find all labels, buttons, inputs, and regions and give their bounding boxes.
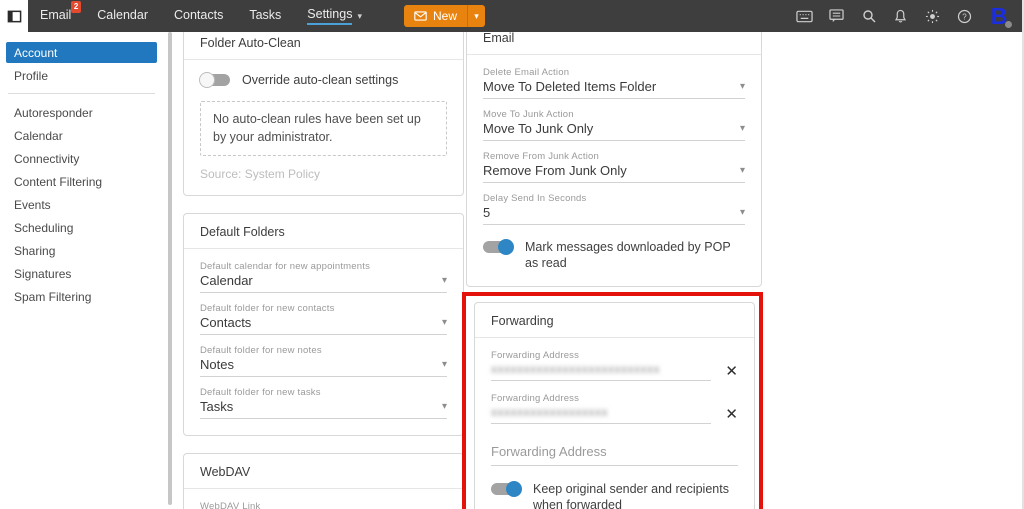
help-icon[interactable]: ? xyxy=(956,8,973,25)
sidebar-item-profile[interactable]: Profile xyxy=(6,65,157,86)
card-title: Forwarding xyxy=(475,303,754,338)
webdav-card: WebDAV WebDAV Link https://mail.brandhos… xyxy=(183,453,464,509)
close-icon[interactable]: ✕ xyxy=(725,407,738,422)
new-dropdown-button[interactable]: ▾ xyxy=(467,5,485,27)
default-folders-card: Default Folders Default calendar for new… xyxy=(183,213,464,436)
redacted-value: xxxxxxxxxxxxxxxxxx xyxy=(491,405,711,419)
settings-column-left: Folder Auto-Clean Override auto-clean se… xyxy=(183,32,464,509)
pop-read-toggle[interactable] xyxy=(483,241,513,253)
webdav-link-field: WebDAV Link https://mail.brandhost.hu/we… xyxy=(200,501,447,509)
top-navbar: Email 2 Calendar Contacts Tasks Settings… xyxy=(0,0,1024,32)
chat-icon[interactable] xyxy=(828,8,845,25)
envelope-icon xyxy=(414,11,427,21)
delay-send-field: Delay Send In Seconds 5 ▾ xyxy=(483,193,745,225)
forwarding-address-input-empty[interactable]: Forwarding Address xyxy=(491,444,738,466)
sidebar-item-autoresponder[interactable]: Autoresponder xyxy=(6,102,157,123)
nav-settings[interactable]: Settings ▾ xyxy=(307,7,362,25)
sidebar-item-calendar[interactable]: Calendar xyxy=(6,125,157,146)
card-title: WebDAV xyxy=(184,454,463,489)
sidebar-divider xyxy=(8,93,155,94)
card-title: Folder Auto-Clean xyxy=(184,32,463,60)
sidebar-item-scheduling[interactable]: Scheduling xyxy=(6,217,157,238)
default-calendar-field: Default calendar for new appointments Ca… xyxy=(200,261,447,293)
delete-email-action-field: Delete Email Action Move To Deleted Item… xyxy=(483,67,745,99)
forwarding-card: Forwarding Forwarding Address xxxxxxxxxx… xyxy=(474,302,755,509)
email-card: Email Delete Email Action Move To Delete… xyxy=(466,32,762,287)
delete-email-action-select[interactable]: Move To Deleted Items Folder ▾ xyxy=(483,79,745,99)
chevron-down-icon: ▾ xyxy=(740,123,745,134)
chevron-down-icon: ▾ xyxy=(442,275,447,286)
settings-page: Email 2 Calendar Contacts Tasks Settings… xyxy=(0,0,1024,509)
annotation-highlight-box: Forwarding Forwarding Address xxxxxxxxxx… xyxy=(462,292,763,509)
sidebar-item-sharing[interactable]: Sharing xyxy=(6,240,157,261)
svg-text:?: ? xyxy=(962,12,967,21)
chevron-down-icon: ▾ xyxy=(357,11,362,22)
default-tasks-select[interactable]: Tasks ▾ xyxy=(200,399,447,419)
chevron-down-icon: ▾ xyxy=(740,207,745,218)
sidebar-toggle-button[interactable] xyxy=(0,0,28,32)
navbar-main: Email 2 Calendar Contacts Tasks Settings… xyxy=(28,0,1024,32)
delay-send-select[interactable]: 5 ▾ xyxy=(483,205,745,225)
default-notes-field: Default folder for new notes Notes ▾ xyxy=(200,345,447,377)
move-to-junk-action-select[interactable]: Move To Junk Only ▾ xyxy=(483,121,745,141)
move-to-junk-action-field: Move To Junk Action Move To Junk Only ▾ xyxy=(483,109,745,141)
email-unread-badge: 2 xyxy=(71,1,81,13)
sidebar-toggle-icon xyxy=(7,9,22,24)
default-tasks-field: Default folder for new tasks Tasks ▾ xyxy=(200,387,447,419)
presence-status-dot xyxy=(1005,21,1012,28)
chevron-down-icon: ▾ xyxy=(442,401,447,412)
default-calendar-select[interactable]: Calendar ▾ xyxy=(200,273,447,293)
default-contacts-field: Default folder for new contacts Contacts… xyxy=(200,303,447,335)
brightness-icon[interactable] xyxy=(924,8,941,25)
user-avatar[interactable]: B xyxy=(988,4,1010,28)
nav-email[interactable]: Email 2 xyxy=(40,8,71,24)
search-icon[interactable] xyxy=(860,8,877,25)
card-title: Default Folders xyxy=(184,214,463,249)
chevron-down-icon: ▾ xyxy=(740,165,745,176)
settings-content: Folder Auto-Clean Override auto-clean se… xyxy=(173,32,1022,509)
remove-from-junk-action-field: Remove From Junk Action Remove From Junk… xyxy=(483,151,745,183)
forwarding-address-input-2[interactable]: xxxxxxxxxxxxxxxxxx xyxy=(491,405,711,424)
nav-tasks[interactable]: Tasks xyxy=(249,8,281,24)
override-auto-clean-toggle[interactable] xyxy=(200,74,230,86)
bell-icon[interactable] xyxy=(892,8,909,25)
redacted-value: xxxxxxxxxxxxxxxxxxxxxxxxxx xyxy=(491,362,711,376)
forwarding-address-field-2: Forwarding Address xxxxxxxxxxxxxxxxxx ✕ xyxy=(491,393,738,424)
sidebar-scrollbar[interactable] xyxy=(168,32,172,505)
sidebar-item-account[interactable]: Account xyxy=(6,42,157,63)
chevron-down-icon: ▾ xyxy=(740,81,745,92)
sidebar-item-events[interactable]: Events xyxy=(6,194,157,215)
forwarding-address-input-1[interactable]: xxxxxxxxxxxxxxxxxxxxxxxxxx xyxy=(491,362,711,381)
policy-source-label: Source: System Policy xyxy=(200,167,447,181)
folder-auto-clean-card: Folder Auto-Clean Override auto-clean se… xyxy=(183,32,464,196)
auto-clean-notice: No auto-clean rules have been set up by … xyxy=(200,101,447,156)
keep-original-sender-toggle[interactable] xyxy=(491,483,521,495)
default-notes-select[interactable]: Notes ▾ xyxy=(200,357,447,377)
settings-sidebar: Account Profile Autoresponder Calendar C… xyxy=(0,32,163,509)
card-title: Email xyxy=(467,32,761,55)
sidebar-item-signatures[interactable]: Signatures xyxy=(6,263,157,284)
remove-from-junk-action-select[interactable]: Remove From Junk Only ▾ xyxy=(483,163,745,183)
new-button[interactable]: New xyxy=(404,5,467,27)
keyboard-icon[interactable] xyxy=(796,8,813,25)
sidebar-item-content-filtering[interactable]: Content Filtering xyxy=(6,171,157,192)
sidebar-item-connectivity[interactable]: Connectivity xyxy=(6,148,157,169)
chevron-down-icon: ▾ xyxy=(442,359,447,370)
chevron-down-icon: ▾ xyxy=(442,317,447,328)
close-icon[interactable]: ✕ xyxy=(725,364,738,379)
nav-calendar[interactable]: Calendar xyxy=(97,8,148,24)
default-contacts-select[interactable]: Contacts ▾ xyxy=(200,315,447,335)
nav-contacts[interactable]: Contacts xyxy=(174,8,223,24)
settings-column-right: Email Delete Email Action Move To Delete… xyxy=(466,32,762,509)
sidebar-item-spam-filtering[interactable]: Spam Filtering xyxy=(6,286,157,307)
forwarding-address-field-1: Forwarding Address xxxxxxxxxxxxxxxxxxxxx… xyxy=(491,350,738,381)
